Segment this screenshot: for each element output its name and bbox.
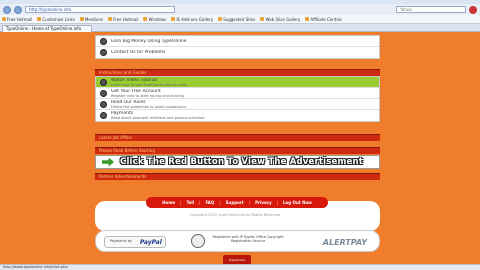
tab-strip: TypeOnline - Home of TypeOnline.info	[0, 24, 480, 32]
copyright-text: Copyright 2010 TypeOnline.info All Right…	[189, 213, 281, 217]
gear-icon	[100, 112, 107, 119]
menu-faq[interactable]: FAQ	[205, 200, 214, 205]
section-header: Partner Advertisements	[95, 173, 380, 180]
menu-support[interactable]: Support	[226, 200, 244, 205]
top-links-box: Earn Big Money Using TypeOnline Contact …	[95, 35, 380, 59]
alertpay-logo: ALERTPAY	[322, 238, 367, 247]
footer-menu: Home | Tell | FAQ | Support | Privacy | Log O…	[146, 197, 328, 208]
advertisement-text: Click The Red Button To View The Adverti…	[120, 157, 364, 167]
section-header: Latest Job Offers	[95, 134, 380, 141]
menu-logout[interactable]: Log Out Now	[283, 200, 312, 205]
list-item[interactable]: Payments Read about payment methods and …	[96, 110, 379, 121]
gear-icon	[100, 100, 107, 108]
bookmark-item[interactable]: Free Hotmail	[2, 17, 32, 22]
gear-icon	[100, 89, 107, 97]
search-input[interactable]: Yahoo	[396, 6, 466, 13]
list-item[interactable]: Get Your Free Account Register now to st…	[96, 88, 379, 99]
list-item[interactable]: Contact Us for Problems	[96, 47, 379, 58]
page-content: Earn Big Money Using TypeOnline Contact …	[95, 33, 380, 265]
registration-text: Registered with IP Rights Office Copyrig…	[212, 235, 284, 243]
gear-icon	[100, 37, 107, 45]
browser-tab[interactable]: TypeOnline - Home of TypeOnline.info	[2, 25, 92, 32]
section-header: Please Read Before Starting	[95, 147, 380, 154]
gear-icon	[100, 78, 107, 86]
section-header: Instructions and Guides	[95, 69, 380, 76]
bookmark-item[interactable]: Customize Links	[37, 17, 75, 22]
menu-home[interactable]: Home	[162, 200, 175, 205]
navigation-bar: http://typeonline.info Yahoo	[0, 4, 480, 15]
bookmark-item[interactable]: Windows	[143, 17, 166, 22]
bookmark-item[interactable]: Affiliate Central	[305, 17, 342, 22]
bookmark-item[interactable]: Free Hotmail	[108, 17, 138, 22]
menu-privacy[interactable]: Privacy	[255, 200, 272, 205]
bookmark-item[interactable]: Web Slice Gallery	[260, 17, 300, 22]
payment-logos: Payments by PayPal Registered with IP Ri…	[95, 230, 380, 252]
arrow-right-icon	[102, 157, 114, 167]
instructions-box: Watch Video Tutorial Learn how to use Ty…	[95, 76, 380, 122]
menu-tell[interactable]: Tell	[186, 200, 194, 205]
stop-icon[interactable]	[469, 5, 477, 14]
seal-icon	[191, 234, 205, 248]
paypal-badge[interactable]: Payments by PayPal	[104, 236, 166, 248]
back-icon[interactable]	[3, 5, 11, 14]
list-item[interactable]: Earn Big Money Using TypeOnline	[96, 36, 379, 47]
list-item[interactable]: Read Our Rules Follow the guidelines to …	[96, 99, 379, 110]
bookmark-item[interactable]: IE Add-ons Gallery	[171, 17, 213, 22]
forward-icon[interactable]	[14, 5, 22, 14]
address-bar[interactable]: http://typeonline.info	[25, 6, 175, 13]
bookmark-item[interactable]: Mentions	[79, 17, 103, 22]
gear-icon	[100, 49, 107, 56]
favorites-bar: Free Hotmail Customize Links Mentions Fr…	[0, 15, 480, 24]
advertisement-banner[interactable]: Click The Red Button To View The Adverti…	[95, 155, 380, 169]
bookmark-item[interactable]: Suggested Sites	[218, 17, 255, 22]
status-bar: http://www.typeonline.info/click.php	[0, 264, 480, 270]
list-item[interactable]: Watch Video Tutorial Learn how to use Ty…	[96, 77, 379, 88]
